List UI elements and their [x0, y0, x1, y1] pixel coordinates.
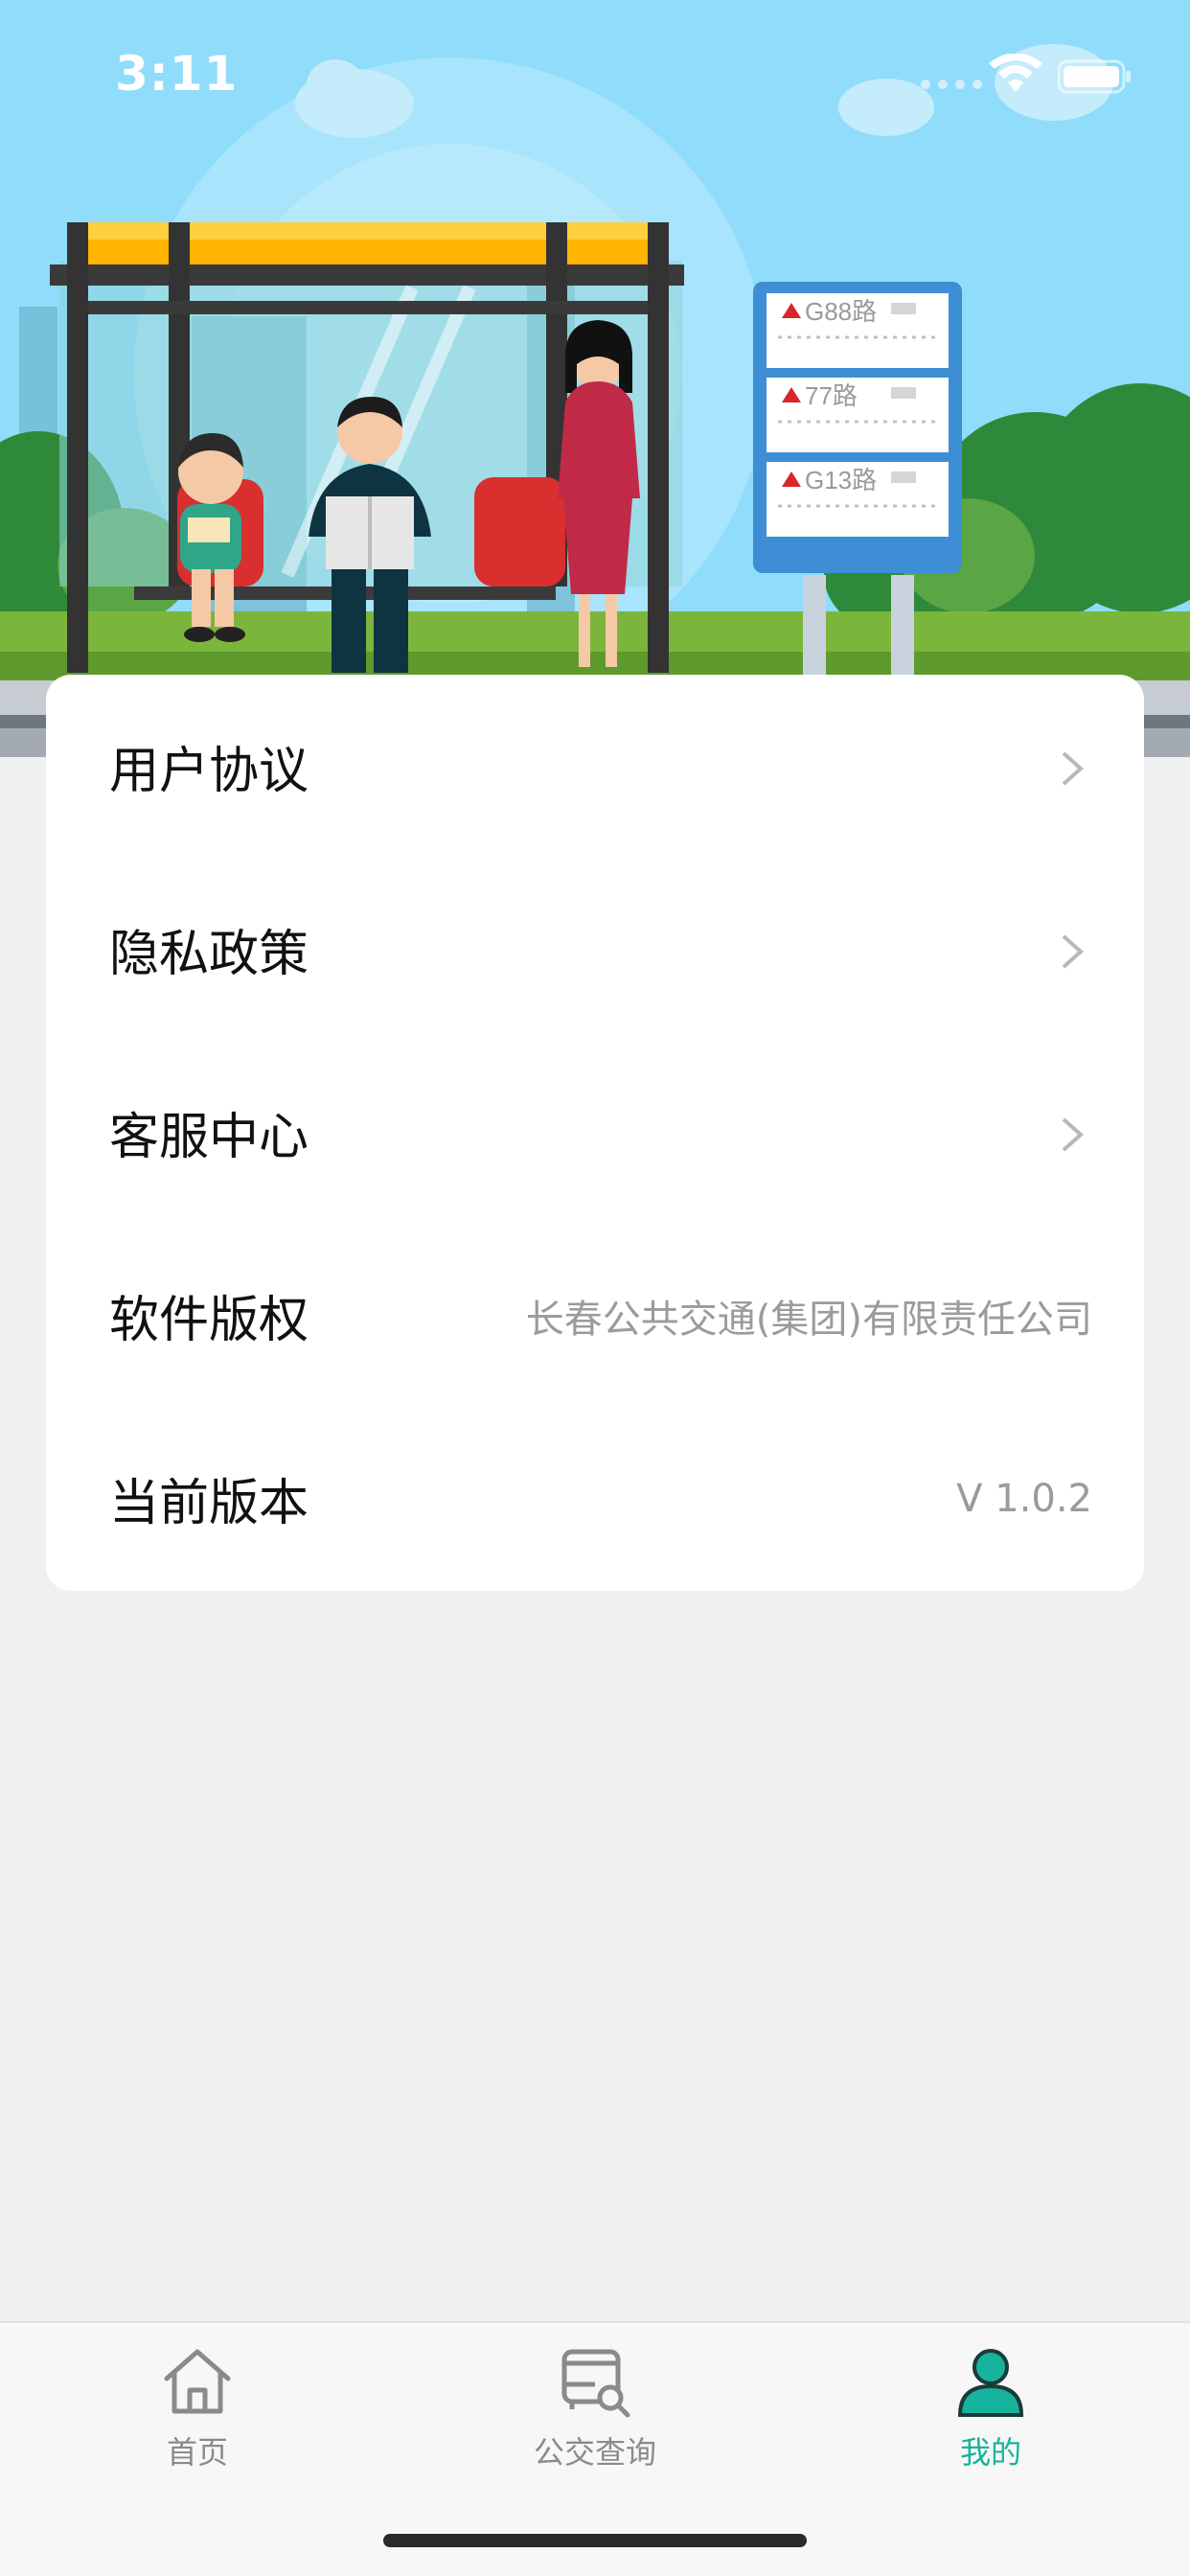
menu-item-current-version: 当前版本 V 1.0.2: [46, 1407, 1144, 1590]
version-number: V 1.0.2: [956, 1476, 1092, 1521]
tab-mine[interactable]: 我的: [895, 2342, 1087, 2486]
chevron-right-icon: [1062, 934, 1085, 969]
tab-bus-search-label: 公交查询: [533, 2434, 656, 2471]
home-icon: [164, 2349, 231, 2414]
battery-icon: [1058, 59, 1131, 94]
route-sign-1: G88路: [805, 297, 877, 326]
tab-mine-label: 我的: [959, 2434, 1021, 2471]
tab-home-label: 首页: [166, 2434, 228, 2471]
menu-item-label: 软件版权: [109, 1292, 309, 1349]
status-bar: 3:11: [0, 0, 1190, 144]
menu-item-software-copyright: 软件版权 长春公共交通(集团)有限责任公司: [46, 1224, 1144, 1407]
chevron-right-icon: [1062, 751, 1085, 786]
menu-item-label: 隐私政策: [109, 926, 309, 983]
copyright-holder: 长春公共交通(集团)有限责任公司: [525, 1297, 1092, 1342]
menu-item-privacy-policy[interactable]: 隐私政策: [46, 858, 1144, 1041]
route-sign-3: G13路: [805, 466, 877, 494]
menu-item-label: 当前版本: [109, 1475, 309, 1532]
wifi-icon: [989, 54, 1042, 92]
menu-item-customer-service[interactable]: 客服中心: [46, 1041, 1144, 1224]
person-icon: [957, 2349, 1024, 2417]
home-indicator: [383, 2534, 807, 2547]
settings-card: 用户协议 隐私政策 客服中心 软件版权 长春公共交通(集团)有限责任公司 当前版…: [46, 675, 1144, 1591]
menu-item-label: 用户协议: [109, 743, 309, 800]
tab-home[interactable]: 首页: [102, 2342, 293, 2486]
cellular-signal-icon: [921, 80, 982, 89]
menu-item-user-agreement[interactable]: 用户协议: [46, 675, 1144, 858]
route-sign-2: 77路: [805, 381, 858, 410]
chevron-right-icon: [1062, 1117, 1085, 1152]
bus-search-icon: [561, 2349, 630, 2418]
tab-bus-search[interactable]: 公交查询: [499, 2342, 691, 2486]
status-time: 3:11: [115, 46, 239, 102]
menu-item-label: 客服中心: [109, 1109, 309, 1166]
